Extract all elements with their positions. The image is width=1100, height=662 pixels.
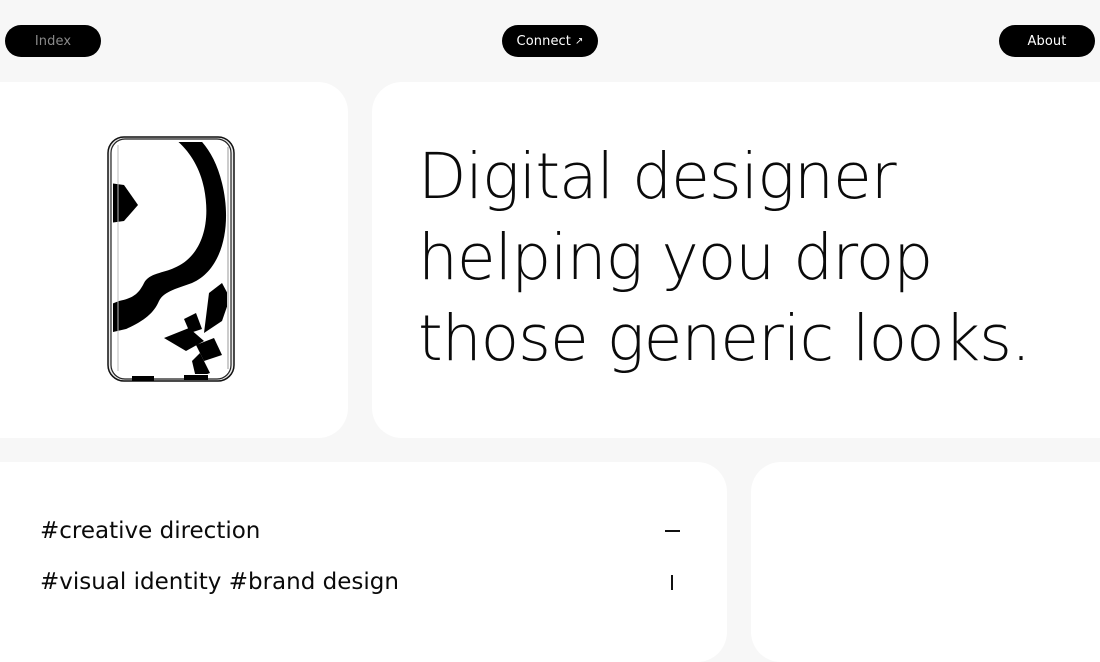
abstract-phone-illustration-icon [107, 136, 235, 382]
arrow-up-right-icon: ↗ [574, 35, 584, 47]
nav-index-button[interactable]: Index [5, 25, 101, 57]
minus-icon[interactable] [665, 530, 680, 532]
nav-index-label: Index [34, 33, 72, 49]
plus-partial-icon[interactable] [671, 574, 673, 590]
hero-line-3: those generic looks. [418, 302, 1031, 375]
hero-line-1: Digital designer [418, 140, 897, 213]
nav-connect-label: Connect [516, 33, 571, 49]
nav-about-label: About [1027, 33, 1067, 49]
hero-heading: Digital designer helping you drop those … [418, 136, 1078, 379]
side-card [751, 462, 1100, 662]
nav-about-button[interactable]: About [999, 25, 1095, 57]
nav-connect-button[interactable]: Connect ↗ [502, 25, 598, 57]
accordion-item-creative-direction[interactable]: #creative direction [40, 518, 690, 544]
accordion-label: #visual identity #brand design [40, 569, 399, 595]
accordion-label: #creative direction [40, 518, 261, 544]
services-card [0, 462, 727, 662]
hero-line-2: helping you drop [418, 221, 933, 294]
accordion-item-visual-identity[interactable]: #visual identity #brand design [40, 569, 690, 595]
